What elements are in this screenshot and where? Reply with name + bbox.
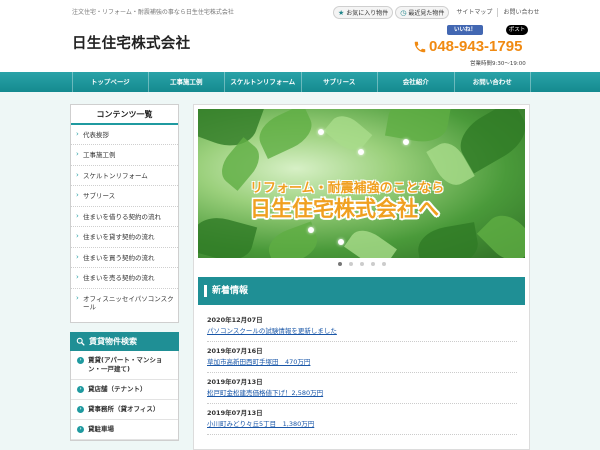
favorites-button[interactable]: ★ お気に入り物件 — [333, 6, 394, 19]
arrow-icon: › — [77, 385, 84, 393]
flower-decoration — [358, 149, 364, 155]
sidebar-item-buy-flow[interactable]: 住まいを買う契約の流れ — [71, 248, 178, 269]
arrow-icon: › — [77, 356, 84, 364]
slider-dot[interactable] — [381, 262, 386, 266]
leaf-decoration — [264, 221, 322, 258]
rent-item-label: 賃貸(アパート・マンション・一戸建て) — [88, 355, 163, 373]
facebook-like-button[interactable]: いいね！ — [447, 25, 483, 35]
contact-link[interactable]: お問い合わせ — [497, 8, 544, 17]
leaf-decoration — [384, 109, 452, 146]
news-list: 2020年12月07日 パソコンスクールの試験情報を更新しました 2019年07… — [207, 315, 517, 439]
slide-caption-line2: 日生住宅株式会社へ — [250, 197, 439, 221]
arrow-icon: › — [77, 425, 84, 433]
slider-dot[interactable] — [337, 262, 342, 266]
nav-sublease[interactable]: サブリース — [302, 72, 378, 92]
flower-decoration — [318, 129, 324, 135]
leaf-decoration — [414, 222, 482, 258]
news-date: 2019年07月16日 — [207, 347, 263, 355]
phone-block[interactable]: 048-943-1795 — [413, 38, 522, 55]
news-link[interactable]: 松戸町金松建売価格値下げ！2,580万円 — [207, 387, 517, 399]
nav-company[interactable]: 会社紹介 — [378, 72, 455, 92]
business-hours: 営業時間9:30～19:00 — [470, 61, 526, 67]
rent-item-parking[interactable]: › 貸駐車場 — [71, 420, 178, 440]
sidebar-item-works[interactable]: 工事施工例 — [71, 145, 178, 166]
flower-decoration — [403, 139, 409, 145]
flower-decoration — [308, 227, 314, 233]
rent-item-residential[interactable]: › 賃貸(アパート・マンション・一戸建て) — [71, 351, 178, 380]
sidebar-item-greeting[interactable]: 代表挨拶 — [71, 125, 178, 146]
nav-works[interactable]: 工事施工例 — [149, 72, 225, 92]
phone-number: 048-943-1795 — [429, 38, 523, 55]
hero-slider[interactable]: リフォーム・耐震補強のことなら 日生住宅株式会社へ — [198, 109, 525, 258]
nav-skeleton-reform[interactable]: スケルトンリフォーム — [225, 72, 302, 92]
rent-search-box: › 賃貸(アパート・マンション・一戸建て) › 貸店舗（テナント） › 貸事務所… — [70, 350, 179, 441]
x-post-label: ポスト — [508, 27, 526, 33]
news-link[interactable]: 小川町みどり々丘5丁目 1,380万円 — [207, 418, 517, 430]
contents-box: コンテンツ一覧 代表挨拶 工事施工例 スケルトンリフォーム サブリース 住まいを… — [70, 104, 179, 323]
rent-search-title: 賃貸物件検索 — [89, 336, 137, 346]
facebook-like-label: いいね！ — [453, 27, 476, 33]
phone-icon — [414, 41, 426, 52]
sidebar-item-sublease[interactable]: サブリース — [71, 186, 178, 207]
rent-item-label: 貸駐車場 — [88, 424, 114, 433]
sidebar-item-pc-school[interactable]: オフィスニッセイパソコンスクール — [71, 289, 178, 322]
news-item: 2019年07月13日 小川町みどり々丘5丁目 1,380万円 — [207, 408, 517, 435]
search-icon — [76, 337, 85, 346]
leaf-decoration — [253, 109, 318, 159]
rent-item-office[interactable]: › 貸事務所（貸オフィス） — [71, 400, 178, 420]
news-date: 2019年07月13日 — [207, 409, 263, 417]
nav-contact[interactable]: お問い合わせ — [455, 72, 531, 92]
rent-item-label: 貸店舗（テナント） — [88, 384, 147, 393]
leaf-decoration — [323, 109, 373, 157]
recent-label: 最近見た物件 — [408, 10, 445, 17]
recent-button[interactable]: ◷ 最近見た物件 — [395, 6, 450, 19]
tagline: 注文住宅・リフォーム・耐震補強の事なら日生住宅株式会社 — [72, 9, 234, 16]
slider-dot[interactable] — [359, 262, 364, 266]
news-item: 2019年07月13日 松戸町金松建売価格値下げ！2,580万円 — [207, 377, 517, 404]
flower-decoration — [338, 239, 344, 245]
sidebar-item-rent-flow[interactable]: 住まいを借りる契約の流れ — [71, 207, 178, 228]
rent-item-label: 貸事務所（貸オフィス） — [88, 404, 160, 413]
sitemap-link[interactable]: サイトマップ — [451, 8, 497, 17]
main-nav: トップページ 工事施工例 スケルトンリフォーム サブリース 会社紹介 お問い合わ… — [0, 72, 600, 92]
news-item: 2019年07月16日 草加市高新田西町手塚田 470万円 — [207, 346, 517, 373]
top-links: ★ お気に入り物件 ◷ 最近見た物件 サイトマップ お問い合わせ — [333, 6, 544, 19]
sidebar-item-sell-flow[interactable]: 住まいを売る契約の流れ — [71, 268, 178, 289]
leaf-decoration — [198, 211, 258, 258]
star-icon: ★ — [338, 8, 345, 17]
nav-top[interactable]: トップページ — [72, 72, 149, 92]
arrow-icon: › — [77, 405, 84, 413]
news-item: 2020年12月07日 パソコンスクールの試験情報を更新しました — [207, 315, 517, 342]
favorites-label: お気に入り物件 — [346, 10, 389, 17]
slider-dot[interactable] — [370, 262, 375, 266]
rent-item-store[interactable]: › 貸店舗（テナント） — [71, 380, 178, 400]
sidebar-item-skeleton-reform[interactable]: スケルトンリフォーム — [71, 166, 178, 187]
news-link[interactable]: パソコンスクールの試験情報を更新しました — [207, 325, 517, 337]
news-link[interactable]: 草加市高新田西町手塚田 470万円 — [207, 356, 517, 368]
news-date: 2019年07月13日 — [207, 378, 263, 386]
site-title[interactable]: 日生住宅株式会社 — [72, 32, 190, 53]
sidebar: コンテンツ一覧 代表挨拶 工事施工例 スケルトンリフォーム サブリース 住まいを… — [70, 104, 179, 441]
x-post-button[interactable]: ポスト — [506, 25, 528, 35]
contents-heading: コンテンツ一覧 — [71, 105, 178, 125]
rent-search-heading: 賃貸物件検索 — [70, 331, 179, 351]
slider-dots — [194, 262, 529, 266]
news-heading: 新着情報 — [198, 277, 525, 305]
news-date: 2020年12月07日 — [207, 316, 263, 324]
site-header: 注文住宅・リフォーム・耐震補強の事なら日生住宅株式会社 日生住宅株式会社 ★ お… — [0, 0, 600, 72]
slider-dot[interactable] — [348, 262, 353, 266]
leaf-decoration — [476, 206, 525, 258]
history-icon: ◷ — [400, 8, 407, 17]
main-content: リフォーム・耐震補強のことなら 日生住宅株式会社へ 新着情報 2020年12月0… — [193, 104, 530, 450]
sidebar-item-lease-flow[interactable]: 住まいを貸す契約の流れ — [71, 227, 178, 248]
leaf-decoration — [344, 223, 397, 258]
